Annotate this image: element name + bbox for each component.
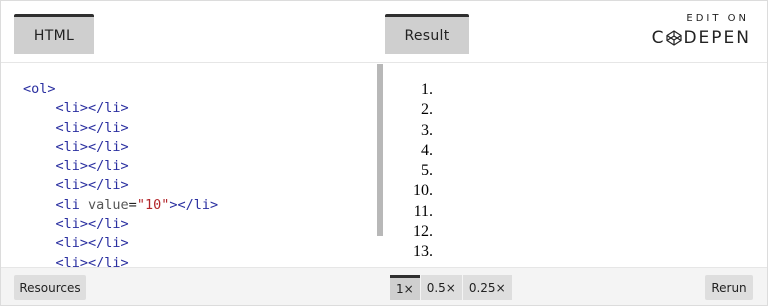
header-bar: HTML Result EDIT ON C DEPEN	[1, 1, 767, 63]
code-line: <li></li>	[23, 99, 377, 118]
code-tag: <li></li>	[55, 138, 129, 155]
rerun-button[interactable]: Rerun	[705, 275, 753, 300]
zoom-controls: 1× 0.5× 0.25×	[390, 275, 513, 300]
list-item: 3.	[421, 121, 433, 139]
rerun-label: Rerun	[711, 280, 747, 295]
code-block: <ol> <li></li> <li></li> <li></li> <li><…	[1, 64, 377, 267]
code-tag: <li></li>	[55, 254, 129, 267]
tab-html[interactable]: HTML	[14, 14, 94, 54]
code-line: <li></li>	[23, 234, 377, 253]
list-item: 13.	[413, 243, 433, 261]
edit-on-codepen-link[interactable]: EDIT ON C DEPEN	[631, 13, 751, 48]
list-item: 12.	[413, 223, 433, 241]
html-code-pane[interactable]: <ol> <li></li> <li></li> <li></li> <li><…	[1, 64, 377, 267]
footer-bar: Resources 1× 0.5× 0.25× Rerun	[1, 267, 767, 305]
codepen-logo-icon	[666, 30, 683, 46]
tab-result[interactable]: Result	[385, 14, 469, 54]
codepen-brand-left: C	[651, 28, 666, 48]
zoom-option-button[interactable]: 0.25×	[462, 275, 512, 300]
code-tag: <li></li>	[55, 119, 129, 136]
code-tag: <li	[55, 196, 89, 213]
code-line: <li></li>	[23, 176, 377, 195]
code-equals: =	[128, 196, 137, 213]
edit-on-label: EDIT ON	[686, 13, 749, 24]
code-line: <li></li>	[23, 215, 377, 234]
result-pane: 1. 2. 3. 4. 5. 10. 11. 12. 13.	[383, 64, 767, 267]
code-tag: <li></li>	[55, 158, 129, 175]
embed-frame: HTML Result EDIT ON C DEPEN <ol> <li></l…	[0, 0, 768, 306]
code-line: <li></li>	[23, 254, 377, 267]
codepen-brand-right: DEPEN	[683, 28, 751, 48]
list-item: 5.	[421, 162, 433, 180]
code-line: <li></li>	[23, 119, 377, 138]
code-tag: <li></li>	[55, 235, 129, 252]
tab-result-label: Result	[404, 27, 450, 44]
code-tag: <li></li>	[55, 177, 129, 194]
code-line: <ol>	[23, 80, 377, 99]
code-tag-close: ></li>	[169, 196, 219, 213]
code-line: <li></li>	[23, 157, 377, 176]
list-item: 11.	[413, 202, 433, 220]
code-string: "10"	[136, 196, 170, 213]
tab-html-label: HTML	[33, 27, 75, 44]
resources-button[interactable]: Resources	[14, 275, 86, 300]
ordered-list: 1. 2. 3. 4. 5. 10. 11. 12. 13.	[383, 64, 767, 263]
list-item: 4.	[421, 141, 433, 159]
code-attr: value	[88, 196, 129, 213]
codepen-brand: C DEPEN	[631, 28, 751, 48]
code-tag: <ol>	[23, 81, 56, 97]
list-item: 1.	[421, 81, 433, 98]
zoom-option-button[interactable]: 1×	[390, 275, 420, 300]
zoom-option-button[interactable]: 0.5×	[420, 275, 462, 300]
code-tag: <li></li>	[55, 100, 129, 117]
resources-label: Resources	[19, 280, 81, 295]
code-line: <li></li>	[23, 138, 377, 157]
list-item: 10.	[413, 182, 433, 200]
list-item: 2.	[421, 101, 433, 119]
code-line: <li value="10"></li>	[23, 196, 377, 215]
code-tag: <li></li>	[55, 216, 129, 233]
